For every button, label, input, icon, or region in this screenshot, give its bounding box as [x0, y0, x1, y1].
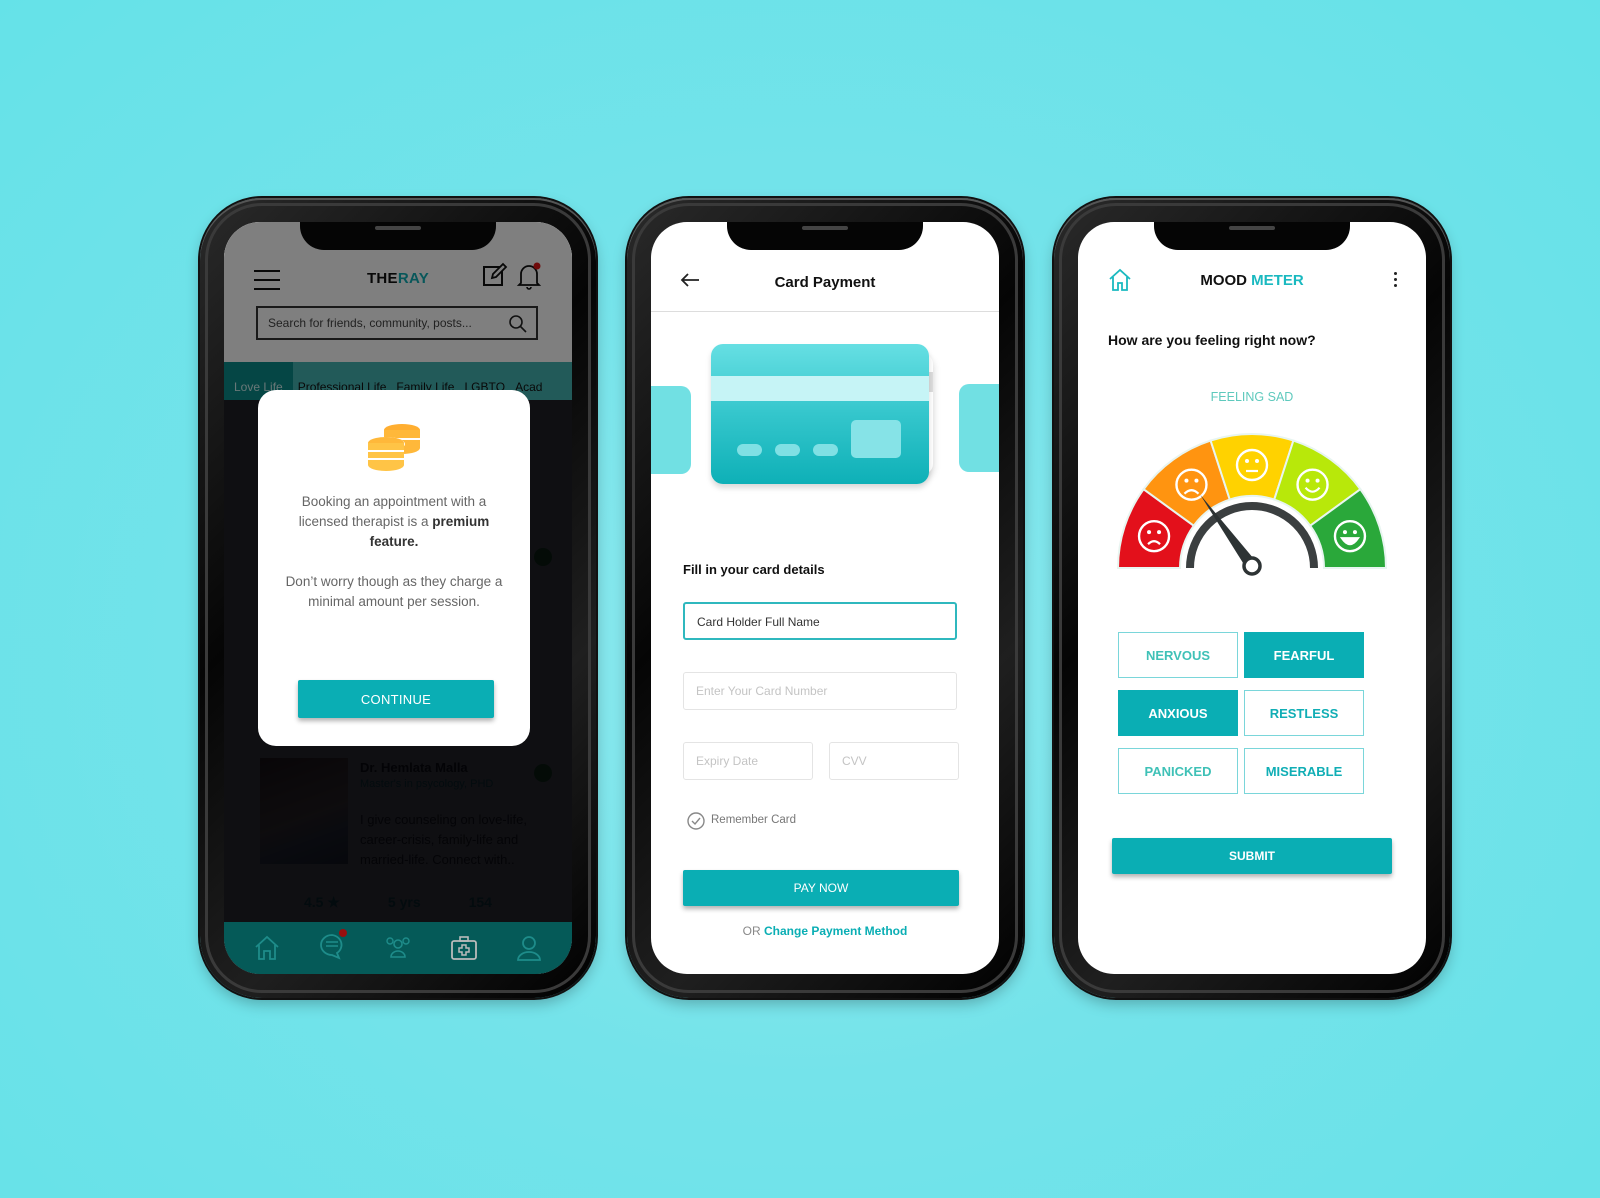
card-number-dot	[813, 444, 838, 456]
modal-reassurance: Don’t worry though as they charge a mini…	[285, 574, 503, 609]
page-title: Card Payment	[774, 274, 876, 291]
mood-option-anxious[interactable]: ANXIOUS	[1118, 690, 1238, 736]
mood-option-nervous[interactable]: NERVOUS	[1118, 632, 1238, 678]
premium-feature-modal: Booking an appointment with a licensed t…	[258, 390, 530, 746]
card-number-dot	[737, 444, 762, 456]
coins-icon	[367, 424, 420, 471]
mood-gauge[interactable]	[1114, 428, 1390, 578]
more-options-icon[interactable]	[1394, 272, 1398, 290]
remember-card-label[interactable]: Remember Card	[711, 814, 796, 826]
mood-option-fearful[interactable]: FEARFUL	[1244, 632, 1364, 678]
credit-card-icon	[711, 344, 929, 484]
or-label: OR	[742, 924, 764, 938]
gauge-needle-hub	[1242, 556, 1262, 576]
mood-option-panicked[interactable]: PANICKED	[1118, 748, 1238, 794]
submit-button[interactable]: SUBMIT	[1112, 838, 1392, 874]
card-number-input[interactable]: Enter Your Card Number	[683, 672, 957, 710]
expiry-date-input[interactable]: Expiry Date	[683, 742, 813, 780]
nav-chat[interactable]	[317, 928, 348, 966]
mood-status: FEELING SAD	[1210, 390, 1294, 404]
bottom-navigation	[224, 922, 572, 974]
card-chip	[851, 420, 901, 458]
card-number-dot	[775, 444, 800, 456]
alternate-payment: OR Change Payment Method	[651, 924, 999, 938]
medical-kit-icon[interactable]	[449, 933, 479, 963]
page-title: MOOD METER	[1200, 272, 1304, 289]
modal-message: Booking an appointment with a licensed t…	[298, 494, 490, 549]
card-holder-name-input[interactable]: Card Holder Full Name	[683, 602, 957, 640]
phone-mockup-card-payment: Card Payment Fill in your card details C…	[627, 198, 1023, 998]
home-icon[interactable]	[252, 933, 282, 963]
next-card[interactable]	[959, 384, 999, 472]
remember-card-checkbox[interactable]	[687, 812, 705, 830]
phone-notch	[300, 222, 496, 250]
phone-screen: MOOD METER How are you feeling right now…	[1078, 222, 1426, 974]
change-payment-method-link[interactable]: Change Payment Method	[764, 924, 907, 938]
phone-notch	[727, 222, 923, 250]
mood-question: How are you feeling right now?	[1108, 332, 1316, 348]
chat-badge	[339, 928, 348, 937]
phone-mockup-mood-meter: MOOD METER How are you feeling right now…	[1054, 198, 1450, 998]
card-stripe	[711, 376, 929, 401]
phone-screen: THERAY Search for friends, community, po…	[224, 222, 572, 974]
phone-mockup-therapy-feed: THERAY Search for friends, community, po…	[200, 198, 596, 998]
mood-option-restless[interactable]: RESTLESS	[1244, 690, 1364, 736]
phone-screen: Card Payment Fill in your card details C…	[651, 222, 999, 974]
pay-now-button[interactable]: PAY NOW	[683, 870, 959, 906]
mood-option-miserable[interactable]: MISERABLE	[1244, 748, 1364, 794]
form-heading: Fill in your card details	[683, 562, 825, 577]
profile-icon[interactable]	[514, 933, 544, 963]
community-icon[interactable]	[383, 933, 413, 963]
cvv-input[interactable]: CVV	[829, 742, 959, 780]
phone-notch	[1154, 222, 1350, 250]
previous-card[interactable]	[651, 386, 691, 474]
mood-options: NERVOUS FEARFUL ANXIOUS RESTLESS PANICKE…	[1118, 632, 1364, 794]
continue-button[interactable]: CONTINUE	[298, 680, 494, 718]
